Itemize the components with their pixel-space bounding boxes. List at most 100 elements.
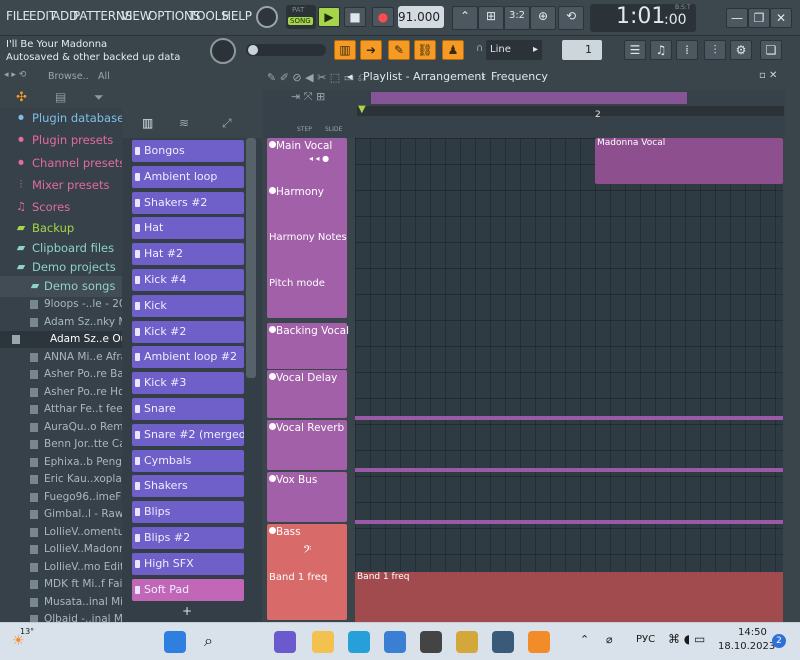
search-icon[interactable]: ⌕	[204, 631, 213, 651]
collapse-icon[interactable]: ⏷	[94, 90, 104, 105]
close-icon[interactable]: ✕	[770, 8, 792, 28]
file-item[interactable]: LollieV..mo Edit)	[0, 559, 122, 576]
network-icons[interactable]: ⌘ ◖ ▭	[668, 632, 705, 646]
playlist-icon[interactable]: ☰	[624, 40, 646, 60]
browser-item-plugin-database[interactable]: ⏺ Plugin database	[0, 108, 122, 129]
step-input[interactable]: 1	[562, 40, 602, 60]
file-item[interactable]: Benn Jor..tte Cafe	[0, 436, 122, 453]
file-icon[interactable]: ▤	[55, 90, 66, 104]
chat-icon[interactable]	[274, 631, 296, 653]
menu-file[interactable]: FILE	[6, 9, 30, 23]
time-display[interactable]: 1:01 :00 B:S:T	[590, 4, 696, 32]
browser-search[interactable]: Browse..	[48, 71, 89, 82]
plugin-icon[interactable]: ⚙	[730, 40, 752, 60]
browser-item-mixer-presets[interactable]: ⫶ Mixer presets	[0, 175, 122, 196]
channel-button[interactable]: Hat	[132, 217, 244, 239]
arrangement-overview[interactable]	[371, 92, 687, 104]
metronome-icon[interactable]: ⌃	[452, 6, 478, 30]
stamp-icon[interactable]: ♟	[442, 40, 464, 60]
channel-button[interactable]: Cymbals	[132, 450, 244, 472]
stop-button[interactable]: ■	[344, 7, 366, 27]
loop-record-icon[interactable]: ⟲	[558, 6, 584, 30]
browser-filter-all[interactable]: All	[98, 71, 110, 82]
file-item[interactable]: MDK ft Mi..f Faith	[0, 576, 122, 593]
master-volume-knob[interactable]	[256, 6, 278, 28]
track-header[interactable]: Vocal Delay	[267, 370, 347, 418]
game-icon[interactable]	[492, 631, 514, 653]
browser-item-demo-songs[interactable]: ▰ Demo songs	[0, 276, 122, 297]
link-icon[interactable]: ⛓	[414, 40, 436, 60]
edge-icon[interactable]	[348, 631, 370, 653]
channel-button[interactable]: Blips #2	[132, 527, 244, 549]
channel-button[interactable]: Ambient loop	[132, 166, 244, 188]
game-icon[interactable]	[456, 631, 478, 653]
channel-button[interactable]: Kick #4	[132, 269, 244, 291]
notification-badge[interactable]: 2	[772, 634, 786, 648]
store-icon[interactable]	[384, 631, 406, 653]
file-item[interactable]: Eric Kau..xoplanet	[0, 471, 122, 488]
browser-item-scores[interactable]: ♫ Scores	[0, 197, 122, 218]
track-header[interactable]: Bass 𝄢 Band 1 freq	[267, 524, 347, 620]
file-item[interactable]: Adam Sz..nky Mix)	[0, 314, 122, 331]
file-item[interactable]: Ephixa..b Penguin	[0, 454, 122, 471]
pitch-knob[interactable]	[210, 38, 236, 64]
record-button[interactable]: ●	[372, 7, 394, 27]
file-item[interactable]: Asher Po..re Bass	[0, 366, 122, 383]
file-item[interactable]: LollieV..omentum	[0, 524, 122, 541]
automation-clip[interactable]	[355, 520, 783, 524]
browser-item-plugin-presets[interactable]: ⏺ Plugin presets	[0, 130, 122, 151]
channel-button[interactable]: Blips	[132, 501, 244, 523]
file-item[interactable]: ANNA Mi..e Afraid	[0, 349, 122, 366]
file-item[interactable]: Atthar Fe..t feeling	[0, 401, 122, 418]
piano-icon[interactable]: ▥	[142, 116, 153, 130]
channel-button[interactable]: Soft Pad	[132, 579, 244, 601]
pencil-icon[interactable]: ✎	[388, 40, 410, 60]
game-icon[interactable]	[420, 631, 442, 653]
channel-rack-icon[interactable]: ⁞	[676, 40, 698, 60]
mixer-icon[interactable]: ⫶	[704, 40, 726, 60]
automation-clip[interactable]: Band 1 freq	[355, 572, 783, 622]
tempo-display[interactable]: 91.000	[398, 6, 444, 28]
playlist-scrollbar[interactable]	[785, 90, 800, 622]
browser-item-channel-presets[interactable]: ⏺ Channel presets	[0, 153, 122, 174]
pat-song-switch[interactable]: PAT SONG	[286, 5, 316, 29]
rack-scrollbar[interactable]	[246, 138, 256, 378]
track-header[interactable]: Vox Bus	[267, 472, 347, 522]
channel-button[interactable]: Kick	[132, 295, 244, 317]
microphone-icon[interactable]: ⌀	[606, 633, 613, 646]
track-header[interactable]: Vocal Reverb	[267, 420, 347, 470]
master-pitch-slider[interactable]	[246, 44, 326, 56]
channel-button[interactable]: Snare #2 (merged)	[132, 424, 244, 446]
clock-date[interactable]: 18.10.2023	[718, 641, 775, 652]
restore-icon[interactable]: ❐	[748, 8, 770, 28]
wait-record-icon[interactable]: ⊞	[478, 6, 504, 30]
channel-button[interactable]: Ambient loop #2	[132, 346, 244, 368]
audio-clip[interactable]: Madonna Vocal	[595, 138, 783, 184]
waveform-icon[interactable]: ≋	[179, 116, 189, 130]
snap-icon[interactable]: ✣	[16, 90, 27, 105]
slider-handle[interactable]	[248, 45, 258, 55]
menu-help[interactable]: HELP	[222, 9, 252, 23]
typing-keyboard-icon[interactable]: ▥	[334, 40, 356, 60]
piano-roll-icon[interactable]: ♫	[650, 40, 672, 60]
track-header[interactable]: Backing Vocal	[267, 323, 349, 369]
add-channel-button[interactable]: +	[182, 604, 192, 618]
window-controls-icon[interactable]: ▫ ✕	[759, 70, 777, 81]
automation-clip[interactable]	[355, 468, 783, 472]
windows-start-icon[interactable]	[164, 631, 186, 653]
channel-button[interactable]: Snare	[132, 398, 244, 420]
file-item[interactable]: LollieV..Madonna	[0, 541, 122, 558]
project-icon[interactable]: ❏	[760, 40, 782, 60]
arrow-right-icon[interactable]: ➜	[360, 40, 382, 60]
channel-button[interactable]: Kick #2	[132, 321, 244, 343]
browser-item-demo-projects[interactable]: ▰ Demo projects	[0, 257, 122, 278]
channel-button[interactable]: Hat #2	[132, 243, 244, 265]
channel-button[interactable]: Kick #3	[132, 372, 244, 394]
browser-item-backup[interactable]: ▰ Backup	[0, 218, 122, 239]
file-item[interactable]: Asher Po..re House	[0, 384, 122, 401]
minimize-icon[interactable]: —	[726, 8, 748, 28]
playlist-pattern[interactable]: Frequency	[491, 70, 548, 83]
fl-studio-icon[interactable]	[528, 631, 550, 653]
track-controls-icon[interactable]: ◂ ◂ ●	[309, 154, 329, 163]
automation-clip[interactable]	[355, 416, 783, 420]
